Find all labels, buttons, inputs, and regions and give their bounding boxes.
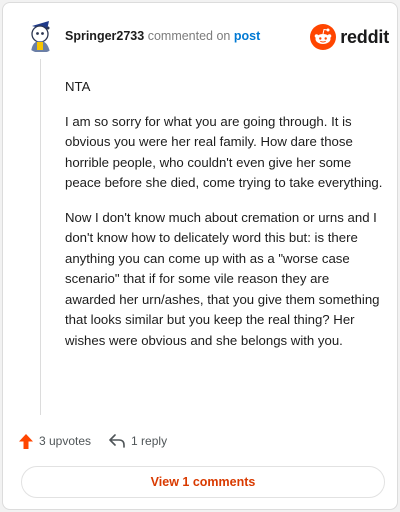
reply-button[interactable]: 1 reply — [109, 434, 167, 448]
reddit-logo[interactable]: reddit — [310, 23, 389, 51]
comment-actions: 3 upvotes 1 reply — [19, 431, 185, 451]
comment-paragraph: I am so sorry for what you are going thr… — [65, 113, 383, 191]
comment-paragraph: Now I don't know much about cremation or… — [65, 209, 380, 348]
upvote-button[interactable]: 3 upvotes — [19, 433, 92, 449]
reply-count: 1 reply — [131, 434, 168, 448]
thread-line — [40, 59, 41, 415]
avatar-snoo-icon — [23, 17, 59, 53]
comment-card: Springer2733 commented on post reddit NT… — [2, 2, 398, 510]
reddit-snoo-icon — [310, 24, 337, 50]
comment-paragraph: NTA — [65, 79, 91, 94]
avatar[interactable] — [23, 17, 59, 53]
action-text: commented on — [147, 29, 231, 43]
reply-arrow-icon — [109, 434, 125, 448]
brand-wordmark: reddit — [340, 26, 389, 47]
comment-meta: Springer2733 commented on post — [65, 29, 260, 43]
comment-header: Springer2733 commented on post reddit — [23, 17, 389, 57]
view-comments-button[interactable]: View 1 comments — [21, 466, 385, 498]
comment-body: NTA I am so sorry for what you are going… — [65, 77, 383, 365]
post-link[interactable]: post — [234, 29, 260, 43]
upvote-count: 3 upvotes — [39, 434, 92, 448]
username-link[interactable]: Springer2733 — [65, 29, 144, 43]
upvote-arrow-icon — [19, 433, 33, 449]
